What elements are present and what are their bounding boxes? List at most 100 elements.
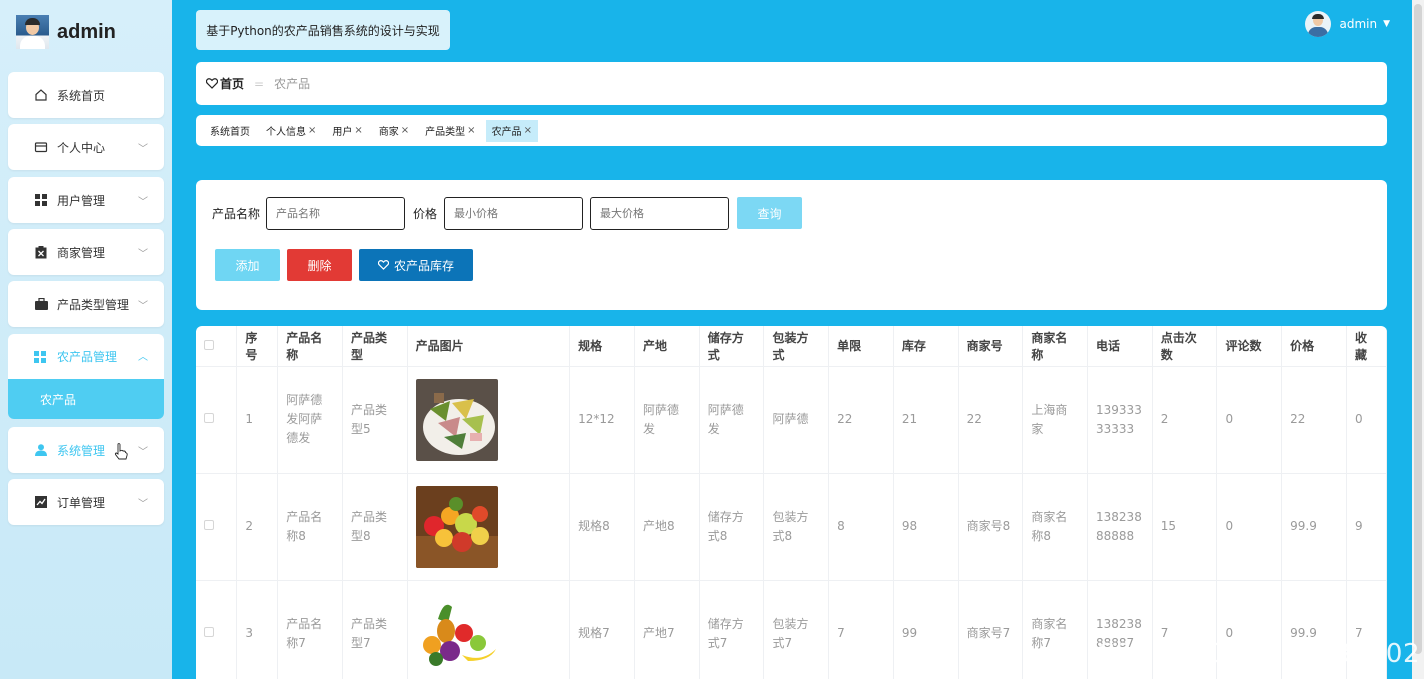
- product-table: 序号 产品名称 产品类型 产品图片 规格 产地 储存方式 包装方式 单限 库存 …: [196, 326, 1387, 679]
- sidebar-item-merchants[interactable]: 商家管理 ﹀: [8, 229, 164, 275]
- table-cell: 产品名称7: [277, 580, 343, 679]
- sidebar-item-home[interactable]: 系统首页: [8, 72, 164, 118]
- close-icon[interactable]: ×: [524, 125, 532, 136]
- grid-icon: [34, 193, 48, 207]
- table-cell: 15: [1152, 473, 1218, 581]
- sidebar-item-personal-center[interactable]: 个人中心 ﹀: [8, 124, 164, 170]
- tag-merchants[interactable]: 商家 ×: [373, 120, 415, 142]
- tag-label: 产品类型: [425, 127, 466, 138]
- scrollbar-thumb[interactable]: [1414, 4, 1422, 654]
- table-cell: 99.9: [1281, 473, 1347, 581]
- clipboard-icon: [34, 245, 48, 259]
- briefcase-icon: [34, 297, 48, 311]
- query-button[interactable]: 查询: [737, 197, 802, 229]
- row-checkbox[interactable]: [204, 520, 214, 530]
- column-header: 商家号: [958, 326, 1024, 367]
- sidebar-subitem-products[interactable]: 农产品: [8, 379, 164, 419]
- table-row[interactable]: 1 阿萨德发阿萨德发 产品类型5 12*12 阿萨德发 阿萨德发 阿萨德 22 …: [196, 366, 1387, 474]
- user-menu[interactable]: admin ▼: [1305, 11, 1390, 37]
- close-icon[interactable]: ×: [401, 125, 409, 136]
- table-cell: 产品名称8: [277, 473, 343, 581]
- id-card-icon: [34, 140, 48, 154]
- close-icon[interactable]: ×: [467, 125, 475, 136]
- table-cell: 0: [1216, 366, 1283, 474]
- chevron-down-icon: ﹀: [138, 499, 148, 510]
- breadcrumb-current: 农产品: [274, 77, 311, 91]
- sidebar: admin 系统首页 个人中心 ﹀ 用户管理 ﹀ 商家管理 ﹀ 产品类型管理 ﹀: [0, 0, 172, 679]
- table-cell: 商家号7: [958, 580, 1024, 679]
- avatar: [1305, 11, 1332, 37]
- tag-home[interactable]: 系统首页: [204, 120, 256, 142]
- table-cell: 0: [1346, 366, 1387, 474]
- product-name-input[interactable]: [266, 197, 405, 230]
- select-all-checkbox[interactable]: [204, 339, 214, 350]
- sidebar-item-label: 系统首页: [57, 88, 106, 103]
- sidebar-item-label: 产品类型管理: [57, 297, 130, 312]
- page-scrollbar[interactable]: [1412, 0, 1424, 679]
- sidebar-item-product-types[interactable]: 产品类型管理 ﹀: [8, 281, 164, 327]
- user-name: admin: [1339, 17, 1378, 31]
- column-header: 评论数: [1216, 326, 1283, 367]
- table-cell: 0: [1216, 473, 1283, 581]
- product-image: [415, 485, 498, 568]
- table-cell: 13933333333: [1087, 366, 1153, 474]
- tag-product-types[interactable]: 产品类型 ×: [419, 120, 481, 142]
- table-cell: 7: [828, 580, 894, 679]
- column-header: 规格: [569, 326, 636, 367]
- table-cell: 22: [1281, 366, 1347, 474]
- tag-personal-info[interactable]: 个人信息 ×: [260, 120, 322, 142]
- table-cell: 8: [828, 473, 894, 581]
- tag-label: 个人信息: [266, 127, 306, 138]
- table-cell: 产品类型5: [342, 366, 408, 474]
- row-select-cell[interactable]: [196, 366, 238, 474]
- table-cell: 98: [893, 473, 959, 581]
- close-icon[interactable]: ×: [354, 125, 362, 136]
- sidebar-item-label: 订单管理: [57, 495, 106, 510]
- product-image-cell: [407, 580, 571, 679]
- tag-users[interactable]: 用户 ×: [326, 120, 368, 142]
- sidebar-item-users[interactable]: 用户管理 ﹀: [8, 177, 164, 223]
- row-checkbox[interactable]: [204, 627, 214, 637]
- table-cell: 包装方式7: [763, 580, 830, 679]
- delete-button[interactable]: 删除: [287, 249, 352, 281]
- chart-icon: [34, 495, 48, 509]
- column-header: 价格: [1281, 326, 1347, 367]
- chevron-up-icon: ︿: [138, 352, 148, 363]
- admin-avatar: [16, 15, 49, 49]
- table-cell: 产品类型8: [342, 473, 408, 581]
- product-image-cell: [407, 473, 571, 581]
- table-cell: 12*12: [569, 366, 636, 474]
- min-price-input[interactable]: [444, 197, 583, 230]
- person-icon: [34, 443, 48, 457]
- close-icon[interactable]: ×: [308, 125, 316, 136]
- tag-label: 农产品: [491, 127, 522, 138]
- app-title: 基于Python的农产品销售系统的设计与实现: [196, 10, 450, 50]
- heart-icon: [206, 78, 218, 89]
- row-checkbox[interactable]: [204, 413, 214, 423]
- tag-products[interactable]: 农产品 ×: [485, 119, 538, 142]
- sidebar-item-label: 商家管理: [57, 245, 106, 260]
- row-select-cell[interactable]: [196, 580, 238, 679]
- table-cell: 产地8: [634, 473, 700, 581]
- sidebar-item-system[interactable]: 系统管理 ﹀: [8, 427, 164, 473]
- product-image: [415, 378, 498, 461]
- row-select-cell[interactable]: [196, 473, 238, 581]
- table-cell: 阿萨德发阿萨德发: [277, 366, 343, 474]
- column-header: 产品图片: [407, 326, 571, 367]
- breadcrumb-home[interactable]: 首页: [206, 75, 244, 92]
- max-price-input[interactable]: [590, 197, 729, 230]
- table-cell: 上海商家: [1022, 366, 1089, 474]
- table-cell: 2: [1152, 366, 1218, 474]
- sidebar-item-products[interactable]: 农产品管理 ︿: [8, 334, 164, 379]
- stock-button[interactable]: 农产品库存: [359, 249, 473, 281]
- column-header: 库存: [893, 326, 959, 367]
- add-button[interactable]: 添加: [215, 249, 280, 281]
- heart-icon: [377, 260, 389, 270]
- table-cell: 阿萨德: [763, 366, 830, 474]
- select-all-cell[interactable]: [196, 326, 238, 367]
- sidebar-item-orders[interactable]: 订单管理 ﹀: [8, 479, 164, 525]
- table-cell: 商家号8: [958, 473, 1024, 581]
- table-row[interactable]: 2 产品名称8 产品类型8 规格8 产地8 储存方式8 包装方式8 8 98 商…: [196, 473, 1387, 581]
- tag-label: 用户: [332, 127, 353, 138]
- table-cell: 1: [236, 366, 279, 474]
